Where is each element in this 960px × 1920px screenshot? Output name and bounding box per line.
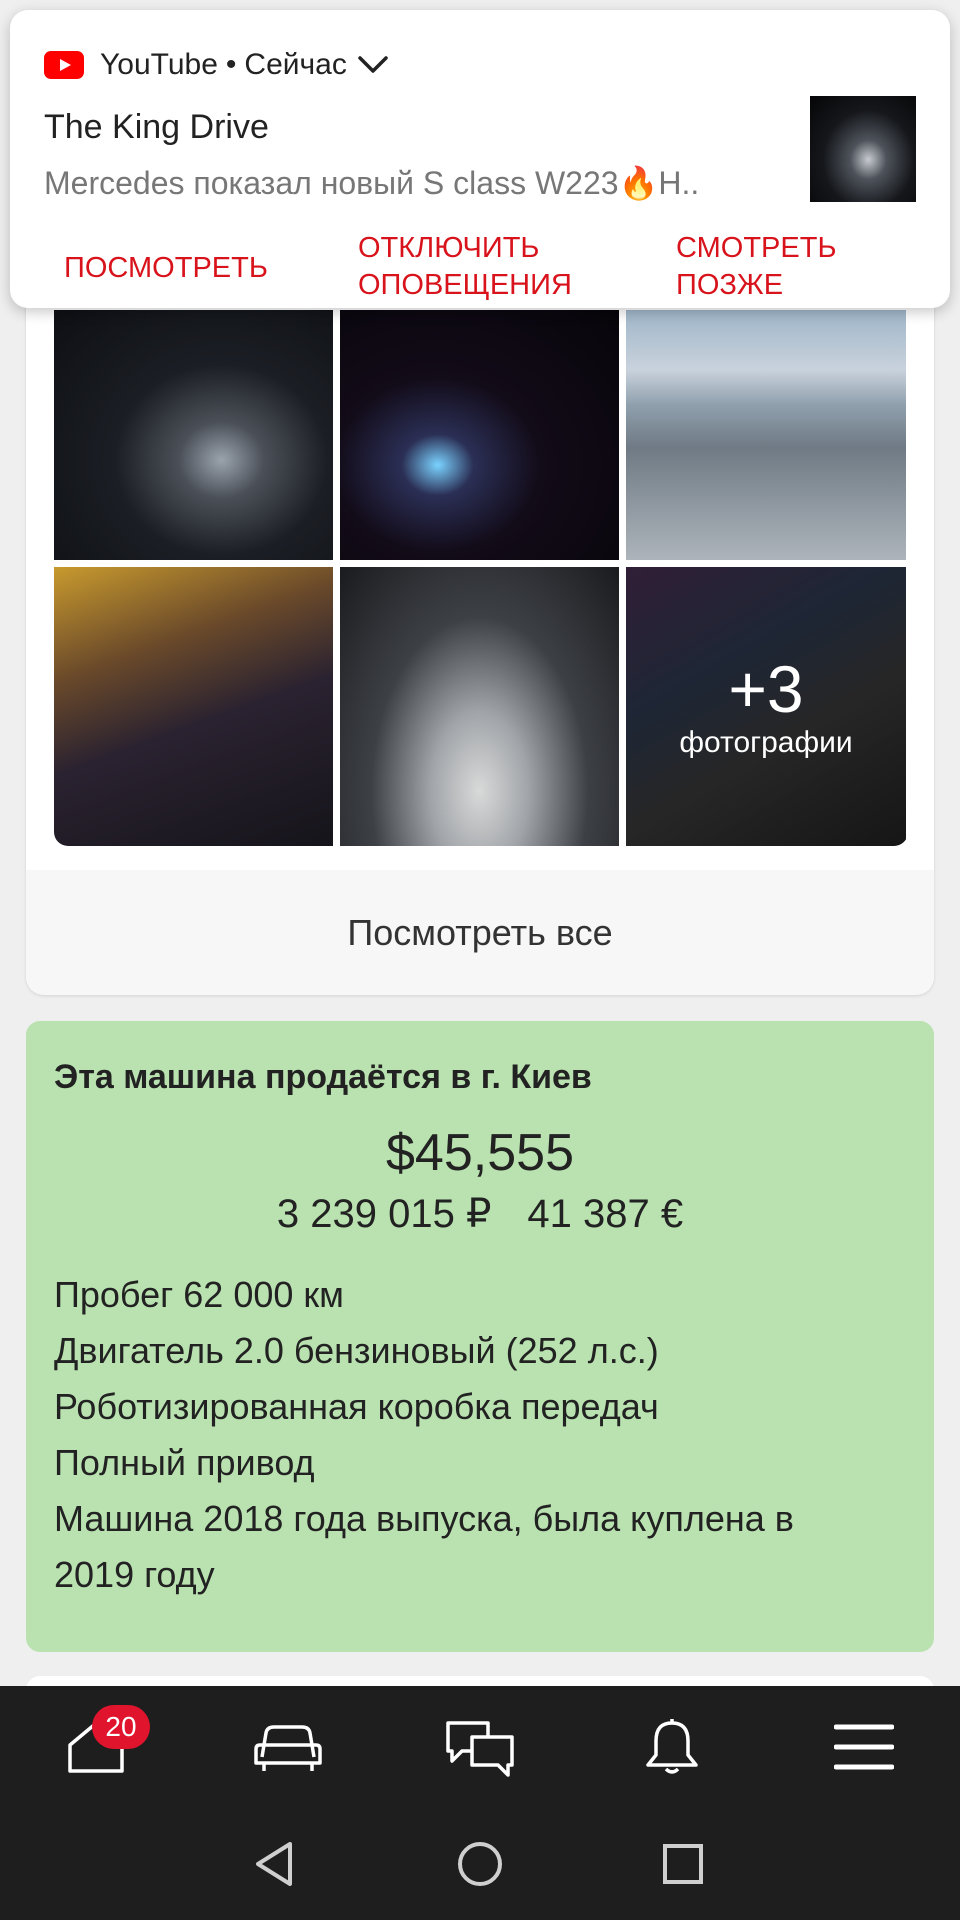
spec-mileage: Пробег 62 000 км [54, 1274, 344, 1315]
expand-chevron-button[interactable] [357, 54, 389, 76]
spec-engine: Двигатель 2.0 бензиновый (252 л.с.) [54, 1330, 659, 1371]
nav-notifications[interactable] [622, 1697, 722, 1797]
menu-icon [834, 1724, 894, 1770]
nav-garage[interactable] [238, 1697, 338, 1797]
chevron-down-icon [358, 56, 388, 73]
watch-button[interactable]: ПОСМОТРЕТЬ [64, 250, 268, 287]
nav-menu[interactable] [814, 1697, 914, 1797]
price-usd: $45,555 [386, 1124, 574, 1182]
nav-home[interactable]: 20 [46, 1697, 150, 1797]
car-icon [254, 1725, 322, 1771]
spec-year: Машина 2018 года выпуска, была куплена в [54, 1498, 794, 1539]
notification-header: YouTube • Сейчас [44, 44, 389, 86]
sale-title: Эта машина продаётся в г. Киев [54, 1058, 592, 1096]
notification-separator: • [225, 48, 237, 81]
back-icon [256, 1842, 292, 1886]
car-photo-5[interactable] [340, 567, 619, 846]
notification-text: Mercedes показал новый S class W223🔥Н.. [44, 165, 700, 201]
notification-badge: 20 [92, 1705, 150, 1749]
later-label-line2: ПОЗЖЕ [676, 269, 784, 301]
notification-actions: ПОСМОТРЕТЬ ОТКЛЮЧИТЬ ОПОВЕЩЕНИЯ СМОТРЕТЬ… [44, 230, 924, 301]
square-icon [663, 1844, 703, 1884]
more-photos-overlay: +3 фотографии [626, 567, 906, 846]
mute-label-line2: ОПОВЕЩЕНИЯ [358, 269, 572, 301]
notification-time: Сейчас [244, 48, 347, 81]
view-all-button[interactable]: Посмотреть все [26, 870, 934, 995]
notification-app-name: YouTube [100, 48, 218, 81]
video-thumbnail [810, 96, 916, 202]
bell-icon [646, 1719, 698, 1774]
back-button[interactable] [244, 1834, 304, 1894]
mute-notifications-button[interactable]: ОТКЛЮЧИТЬ ОПОВЕЩЕНИЯ [358, 230, 572, 304]
youtube-notification[interactable]: YouTube • Сейчас The King Drive Mercedes… [10, 10, 950, 308]
sale-info-card: Эта машина продаётся в г. Киев $45,555 3… [26, 1021, 934, 1652]
photo-gallery-card: +3 фотографии Посмотреть все [26, 250, 934, 995]
app-screen: +3 фотографии Посмотреть все Эта машина … [0, 0, 960, 1920]
car-specs: Пробег 62 000 км Двигатель 2.0 бензиновы… [54, 1267, 906, 1603]
youtube-logo-icon [44, 51, 84, 79]
bottom-nav: 20 [0, 1686, 960, 1808]
later-label-line1: СМОТРЕТЬ [676, 232, 837, 264]
car-photo-2[interactable] [340, 310, 619, 560]
watch-later-button[interactable]: СМОТРЕТЬ ПОЗЖЕ [676, 230, 836, 304]
nav-messages[interactable] [430, 1697, 530, 1797]
car-photo-more[interactable]: +3 фотографии [626, 567, 906, 846]
notification-title: The King Drive [44, 108, 269, 146]
spec-year-cont: 2019 году [54, 1554, 215, 1595]
spec-transmission: Роботизированная коробка передач [54, 1386, 659, 1427]
circle-icon [458, 1842, 502, 1886]
price-converted: 3 239 015 ₽ 41 387 € [54, 1189, 906, 1239]
recents-button[interactable] [653, 1834, 713, 1894]
chat-icon [446, 1721, 514, 1777]
spec-drive: Полный привод [54, 1442, 315, 1483]
photo-grid: +3 фотографии [54, 310, 908, 846]
more-photos-label: фотографии [679, 726, 853, 759]
more-photos-count: +3 [728, 652, 804, 726]
system-nav-bar [0, 1808, 960, 1920]
car-photo-1[interactable] [54, 310, 333, 560]
car-photo-3[interactable] [626, 310, 906, 560]
price-rub: 3 239 015 ₽ [276, 1192, 492, 1236]
home-button[interactable] [450, 1834, 510, 1894]
price-eur: 41 387 € [527, 1192, 684, 1236]
car-photo-4[interactable] [54, 567, 333, 846]
mute-label-line1: ОТКЛЮЧИТЬ [358, 232, 540, 264]
